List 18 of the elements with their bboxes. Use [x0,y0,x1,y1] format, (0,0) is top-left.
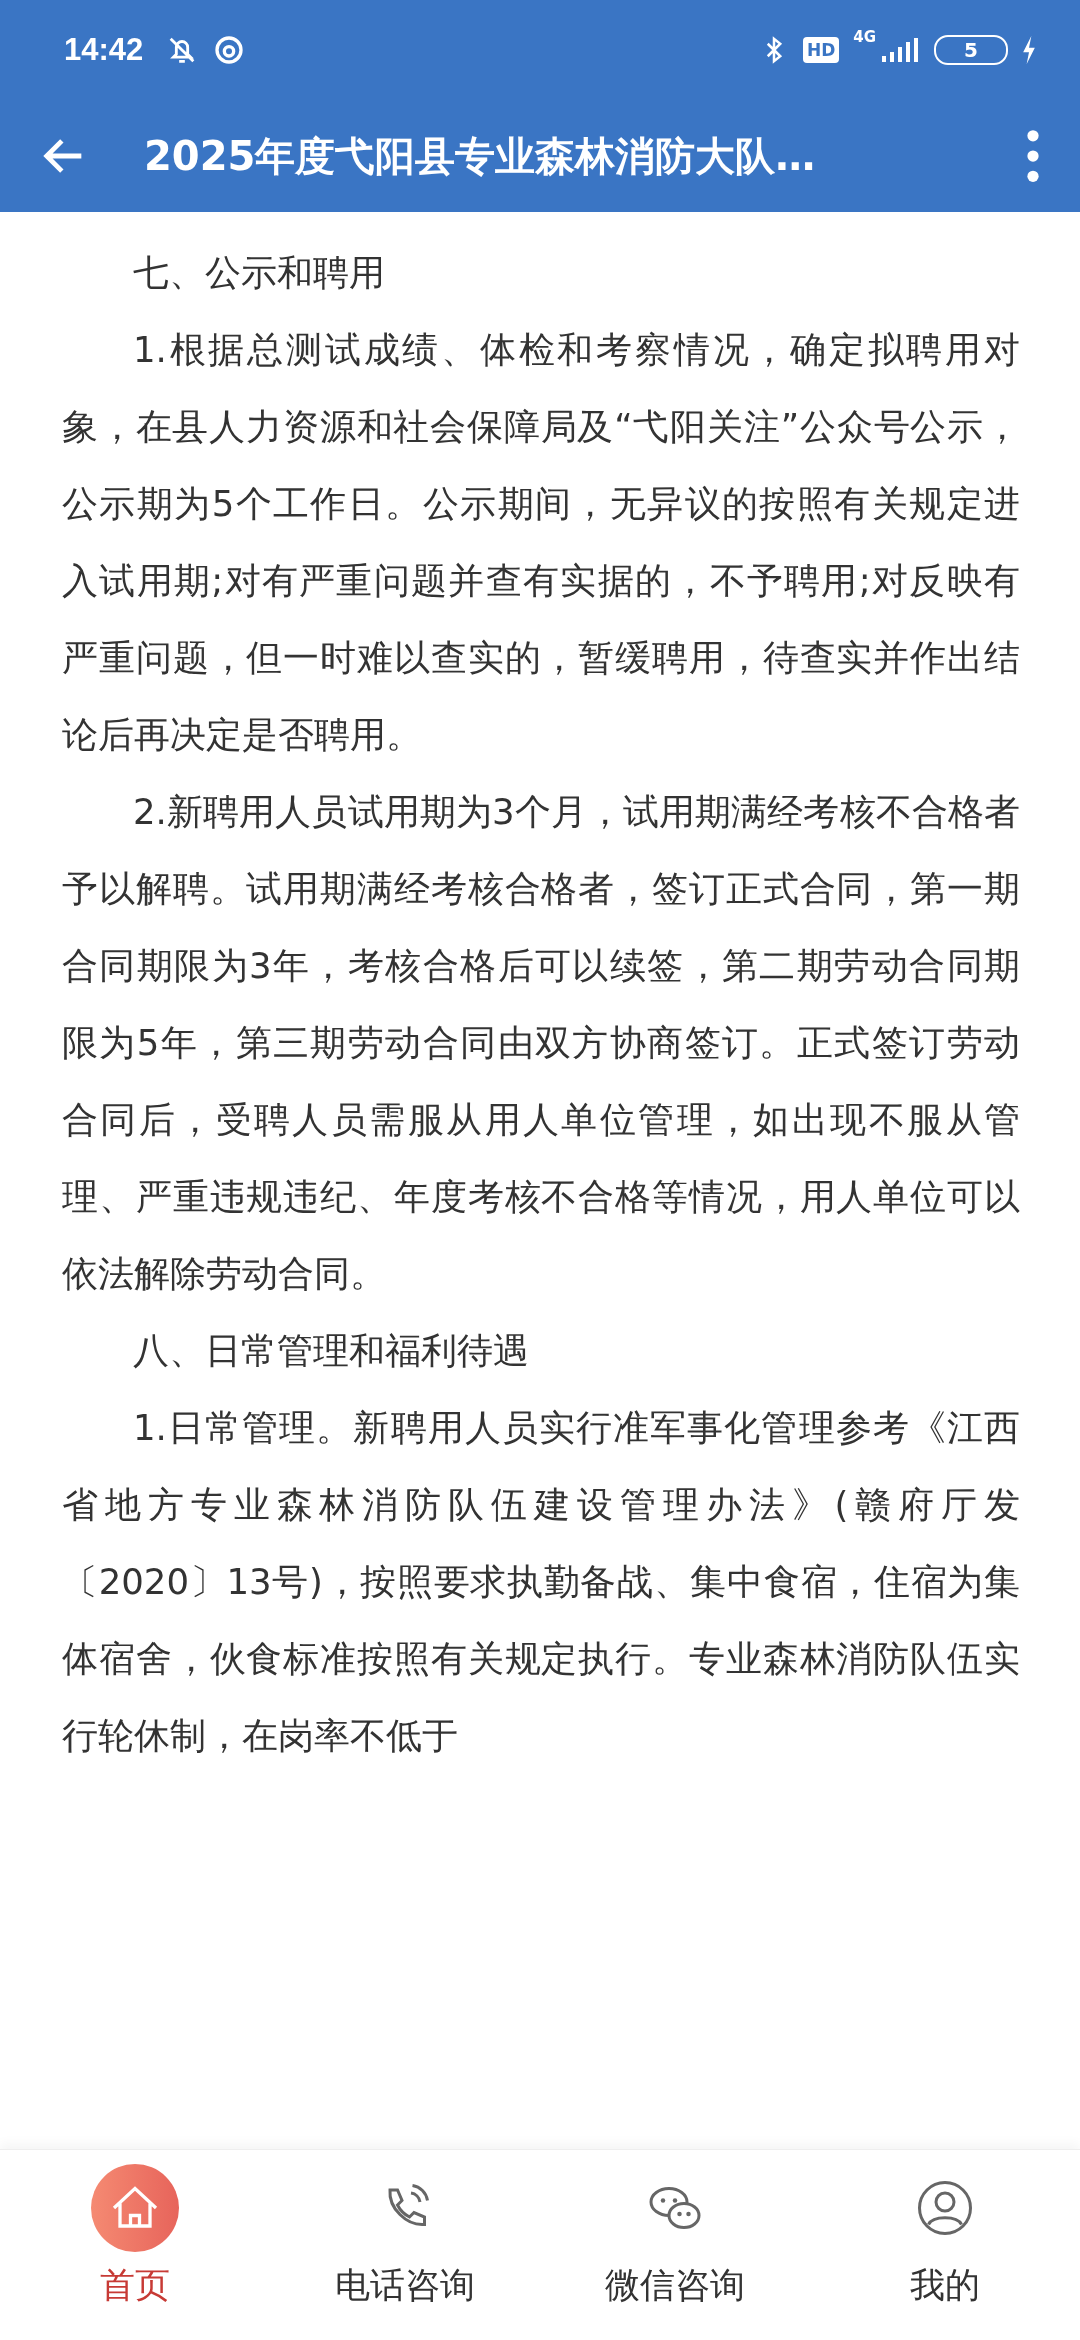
page-title: 2025年度弋阳县专业森林消防大队… [144,131,817,181]
more-icon[interactable] [1026,129,1040,183]
article-paragraph: 七、公示和聘用 [132,251,386,295]
article-paragraph: 1.根据总测试成绩、体检和考察情况，确定拟聘用对象，在县人力资源和社会保障局及“弋阳关注”公众号公示，公示期为5个工作日。公示期间，无异议的按照有关规定进入试用期;对有严重问题并查有实据的，不予聘用;对反映有严重问题，但一时难以查实的，暂缓聘用，待查实并作出结论后再决定是否聘用。 [62,328,1020,757]
article-paragraph: 八、日常管理和福利待遇 [132,1329,530,1373]
signal-icon [880,37,921,63]
nav-tab[interactable]: 电话咨询 [270,2150,540,2340]
charging-icon [1022,36,1036,64]
battery-indicator: 5 [934,35,1008,65]
network-label: 4G [853,28,877,46]
nav-tab[interactable]: 微信咨询 [540,2150,810,2340]
article-paragraph: 2.新聘用人员试用期为3个月，试用期满经考核不合格者予以解聘。试用期满经考核合格者，签订正式合同，第一期合同期限为3年，考核合格后可以续签，第二期劳动合同期限为5年，第三期劳动合同由双方协商签订。正式签订劳动合同后，受聘人员需服从用人单位管理，如出现不服从管理、严重违规违纪、年度考核不合格等情况，用人单位可以依法解除劳动合同。 [62,790,1020,1296]
article-paragraph: 1.日常管理。新聘用人员实行准军事化管理参考《江西省地方专业森林消防队伍建设管理办法》(赣府厅发〔2020〕13号)，按照要求执勤备战、集中食宿，住宿为集体宿舍，伙食标准按照有关规定执行。专业森林消防队伍实行轮休制，在岗率不低于 [62,1406,1020,1758]
nav-tab[interactable]: 我的 [810,2150,1080,2340]
user-icon [915,2178,975,2238]
nav-tab[interactable]: 首页 [0,2150,270,2340]
hd-badge: HD [803,37,840,63]
status-time: 14:42 [64,32,144,68]
